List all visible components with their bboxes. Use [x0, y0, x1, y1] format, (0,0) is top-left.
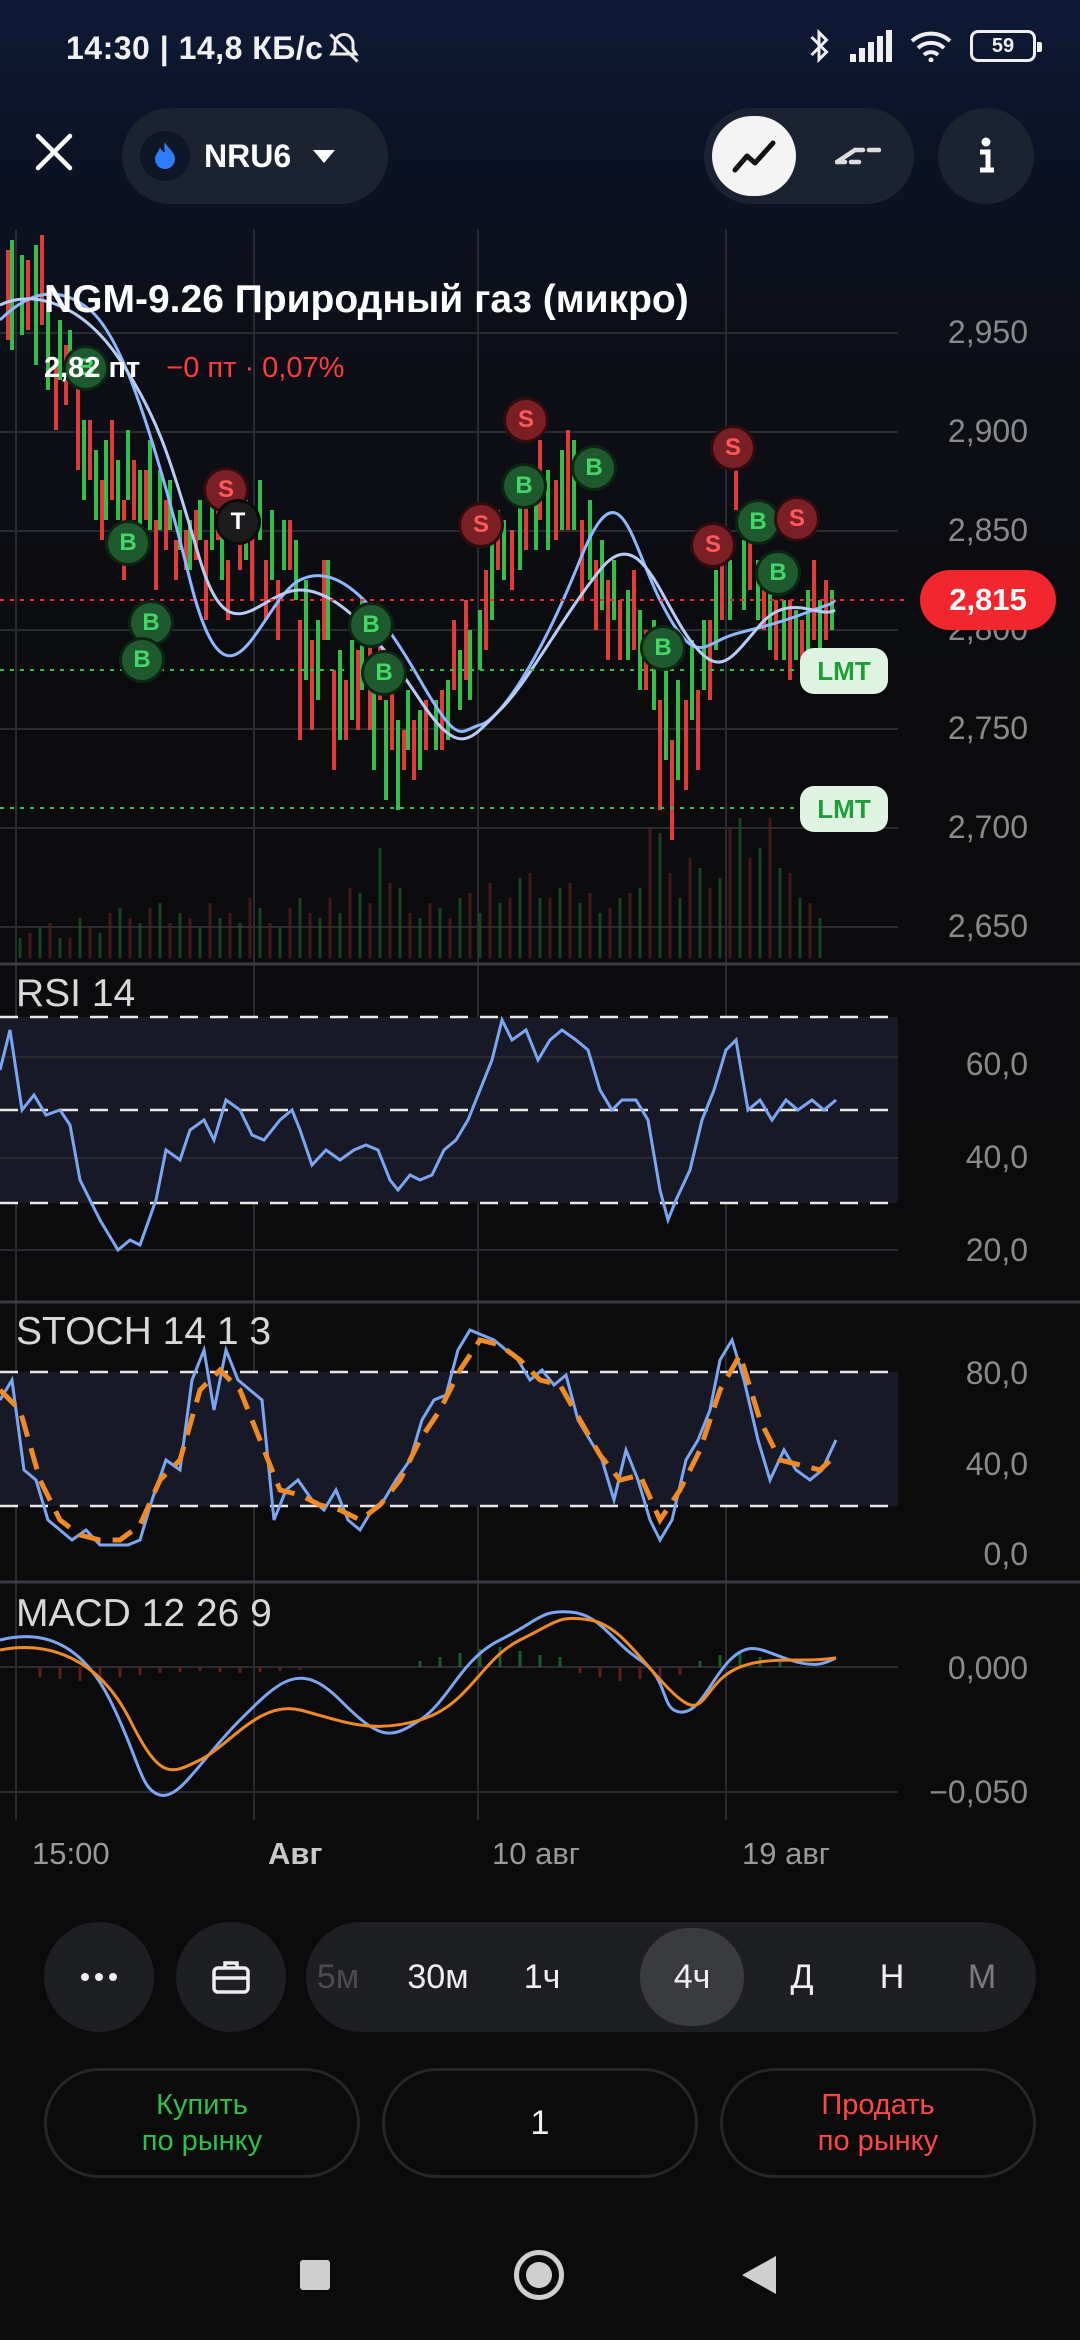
ticker-name: NRU6 — [204, 137, 292, 174]
price-axis-label: 2,900 — [947, 413, 1028, 449]
wifi-icon — [910, 31, 952, 62]
buy-label-line1: Купить — [156, 2089, 248, 2121]
more-icon — [81, 1973, 117, 1981]
instrument-change: 2,82 пт −0 пт · 0,07% — [44, 352, 344, 385]
info-icon — [980, 137, 994, 173]
time-axis-label: 15:00 — [32, 1836, 110, 1871]
macd-line — [0, 1610, 837, 1797]
buy-market-button[interactable]: Купить по рынку — [44, 2068, 360, 2178]
timeframe-month[interactable]: М — [942, 1922, 1022, 2032]
stoch-axis-label: 0,0 — [983, 1536, 1028, 1572]
buy-trade-marker[interactable]: B — [571, 445, 617, 491]
buy-trade-marker[interactable]: B — [119, 637, 165, 683]
timeframe-week[interactable]: Н — [852, 1922, 932, 2032]
quantity-input[interactable]: 1 — [382, 2068, 698, 2178]
sell-label-line1: Продать — [821, 2089, 935, 2121]
close-icon — [35, 133, 73, 171]
mute-bell-icon — [329, 32, 359, 63]
timeframe-5m[interactable]: 5м — [306, 1922, 370, 2032]
signal-icon — [850, 30, 892, 62]
close-button[interactable] — [22, 120, 86, 184]
buy-label-line2: по рынку — [141, 2125, 263, 2157]
price-axis-label: 2,750 — [947, 710, 1028, 746]
macd-signal-line — [0, 1616, 837, 1772]
time-axis-label: 10 авг — [492, 1836, 581, 1871]
macd-histogram — [38, 1647, 782, 1681]
time-axis-label: Авг — [268, 1836, 323, 1871]
stoch-axis-label: 40,0 — [965, 1446, 1028, 1482]
instrument-change-value: −0 пт · 0,07% — [166, 352, 345, 384]
stoch-axis-label: 80,0 — [965, 1355, 1028, 1391]
chevron-down-icon — [313, 149, 336, 163]
macd-axis-label: −0,050 — [929, 1774, 1028, 1810]
recents-icon[interactable] — [300, 2260, 330, 2290]
bluetooth-icon — [810, 28, 829, 64]
line-chart-mode-button[interactable] — [712, 116, 796, 196]
price-axis-label: 2,700 — [947, 809, 1028, 845]
sell-trade-marker[interactable]: S — [458, 502, 504, 548]
sell-label-line2: по рынку — [817, 2125, 939, 2157]
status-icons: 59 — [806, 28, 1042, 64]
macd-axis-label: 0,000 — [947, 1650, 1028, 1686]
buy-trade-marker[interactable]: B — [755, 550, 801, 596]
macd-label: MACD 12 26 9 — [16, 1592, 272, 1635]
limit-order-badge[interactable]: LMT — [800, 648, 888, 694]
rsi-axis-label: 20,0 — [965, 1232, 1028, 1268]
rsi-axis-label: 40,0 — [965, 1139, 1028, 1175]
sell-trade-marker[interactable]: S — [774, 496, 820, 542]
portfolio-button[interactable] — [176, 1922, 286, 2032]
buy-trade-marker[interactable]: B — [348, 602, 394, 648]
battery-icon: 59 — [970, 30, 1042, 62]
instrument-title: NGM-9.26 Природный газ (микро) — [44, 278, 689, 321]
more-button[interactable] — [44, 1922, 154, 2032]
volume-bars — [18, 818, 822, 958]
info-button[interactable] — [938, 108, 1034, 204]
sell-market-button[interactable]: Продать по рынку — [720, 2068, 1036, 2178]
rsi-axis-label: 60,0 — [965, 1046, 1028, 1082]
buy-trade-marker[interactable]: B — [105, 520, 151, 566]
price-axis-label: 2,850 — [947, 512, 1028, 548]
sell-trade-marker[interactable]: S — [710, 425, 756, 471]
trade-marker-layer — [0, 0, 1, 1]
rsi-label: RSI 14 — [16, 972, 136, 1015]
gas-flame-icon — [140, 131, 190, 181]
app-screen: 14:30 | 14,8 КБ/с 59 NRU6 B B B B S T B … — [0, 0, 1080, 2340]
buy-trade-marker[interactable]: B — [640, 625, 686, 671]
price-axis-label: 2,950 — [947, 314, 1028, 350]
timeframe-day[interactable]: Д — [762, 1922, 842, 2032]
system-nav-bar — [0, 2220, 1080, 2340]
sell-trade-marker[interactable]: S — [503, 397, 549, 443]
limit-order-badge[interactable]: LMT — [800, 786, 888, 832]
timeframe-selector: 5м 30м 1ч 4ч Д Н М — [306, 1922, 1036, 2032]
instrument-points: 2,82 пт — [44, 352, 141, 384]
timeframe-30m[interactable]: 30м — [398, 1922, 478, 2032]
timeframe-4h[interactable]: 4ч — [640, 1928, 744, 2026]
line-chart-icon — [732, 140, 776, 173]
status-bar: 14:30 | 14,8 КБ/с 59 — [0, 0, 1080, 100]
status-time: 14:30 | 14,8 КБ/с — [66, 30, 324, 66]
current-price-tag: 2,815 — [920, 570, 1056, 630]
timeframe-1h[interactable]: 1ч — [502, 1922, 582, 2032]
stoch-label: STOCH 14 1 3 — [16, 1310, 272, 1353]
take-profit-marker[interactable]: T — [215, 499, 261, 545]
sell-trade-marker[interactable]: S — [690, 522, 736, 568]
dashed-lines-icon — [835, 147, 881, 165]
battery-level: 59 — [991, 34, 1015, 57]
home-icon[interactable] — [514, 2250, 564, 2300]
briefcase-icon — [212, 1961, 250, 1994]
back-icon[interactable] — [742, 2256, 776, 2294]
buy-trade-marker[interactable]: B — [501, 463, 547, 509]
chart-mode-toggle — [704, 108, 914, 204]
time-axis-label: 19 авг — [742, 1836, 831, 1871]
ticker-selector[interactable]: NRU6 — [122, 108, 388, 204]
price-axis-label: 2,650 — [947, 908, 1028, 944]
buy-trade-marker[interactable]: B — [361, 650, 407, 696]
orders-mode-button[interactable] — [816, 116, 900, 196]
